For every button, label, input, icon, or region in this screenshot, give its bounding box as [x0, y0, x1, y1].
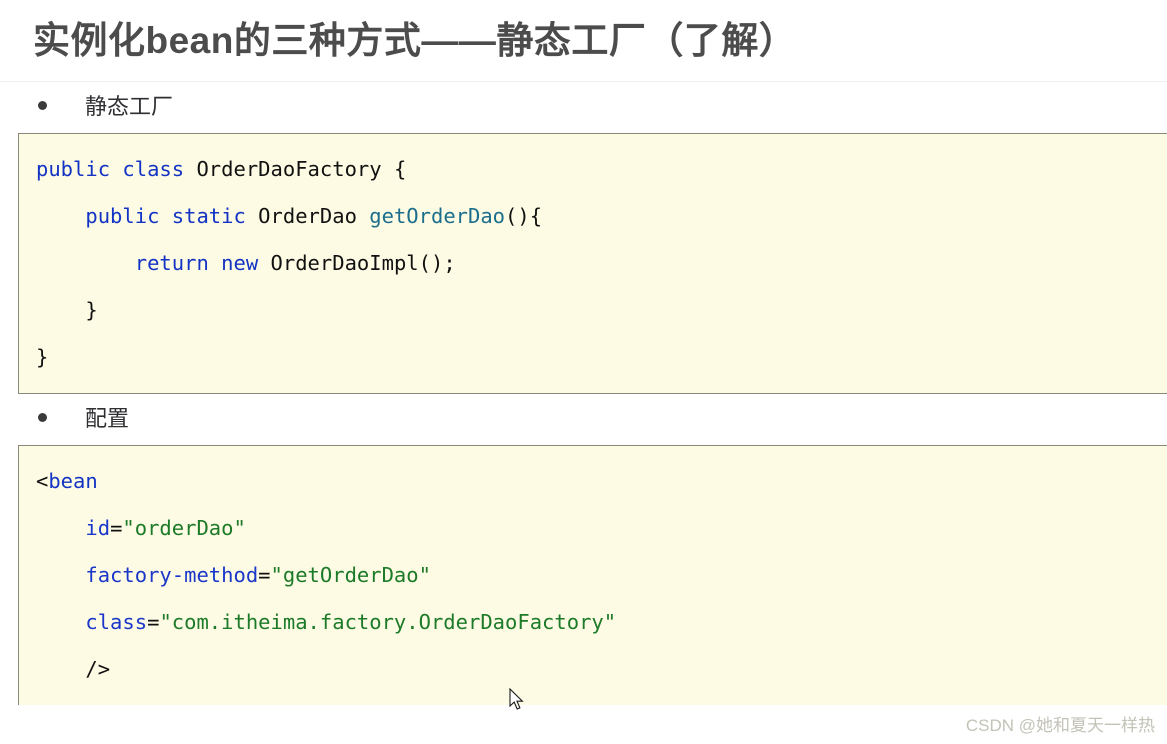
bullet-item-label: 静态工厂	[85, 94, 174, 120]
code-token: =	[258, 563, 271, 588]
code-token: factory-method	[85, 563, 259, 588]
code-line: return new OrderDaoImpl();	[19, 240, 1167, 287]
content-body: 静态工厂 public class OrderDaoFactory { publi…	[0, 82, 1167, 706]
code-token: OrderDaoImpl();	[258, 251, 456, 276]
code-token: }	[36, 298, 98, 323]
code-line: id="orderDao"	[19, 505, 1167, 552]
code-token: new	[221, 251, 259, 276]
code-token: class	[122, 157, 185, 182]
code-token: "getOrderDao"	[270, 563, 431, 588]
code-line: public class OrderDaoFactory {	[19, 146, 1167, 193]
code-line: />	[19, 646, 1167, 693]
code-block-xml[interactable]: <bean id="orderDao" factory-method="getO…	[18, 445, 1167, 706]
bullet-item: 静态工厂	[0, 82, 1167, 128]
code-token: "com.itheima.factory.OrderDaoFactory"	[159, 610, 617, 635]
code-line: class="com.itheima.factory.OrderDaoFacto…	[19, 599, 1167, 646]
code-token: =	[110, 516, 123, 541]
bullet-item: 配置	[0, 394, 1167, 440]
code-token: id	[85, 516, 111, 541]
watermark: CSDN @她和夏天一样热	[965, 716, 1155, 735]
code-token: }	[36, 345, 49, 370]
code-line: <bean	[19, 458, 1167, 505]
code-token: =	[147, 610, 160, 635]
code-token: OrderDao	[245, 204, 370, 229]
bullet-dot-icon	[38, 412, 47, 422]
page-title: 实例化bean的三种方式——静态工厂（了解）	[33, 20, 797, 61]
code-line: factory-method="getOrderDao"	[19, 552, 1167, 599]
code-token: static	[171, 204, 246, 229]
code-token: class	[85, 610, 148, 635]
bullet-dot-icon	[38, 100, 47, 110]
code-line: }	[19, 334, 1167, 381]
code-token: "orderDao"	[122, 516, 246, 541]
code-token: (){	[505, 204, 543, 229]
code-line: }	[19, 287, 1167, 334]
code-token: getOrderDao	[369, 204, 506, 229]
code-token: />	[36, 657, 111, 682]
code-block-java[interactable]: public class OrderDaoFactory { public st…	[18, 133, 1167, 395]
code-token: return	[134, 251, 209, 276]
bullet-item-label: 配置	[85, 406, 130, 432]
code-token: <	[36, 469, 49, 494]
code-line: public static OrderDao getOrderDao(){	[19, 193, 1167, 240]
code-token: OrderDaoFactory {	[184, 157, 407, 182]
code-token: bean	[48, 469, 98, 494]
code-token: public	[85, 204, 160, 229]
code-token: public	[36, 157, 111, 182]
